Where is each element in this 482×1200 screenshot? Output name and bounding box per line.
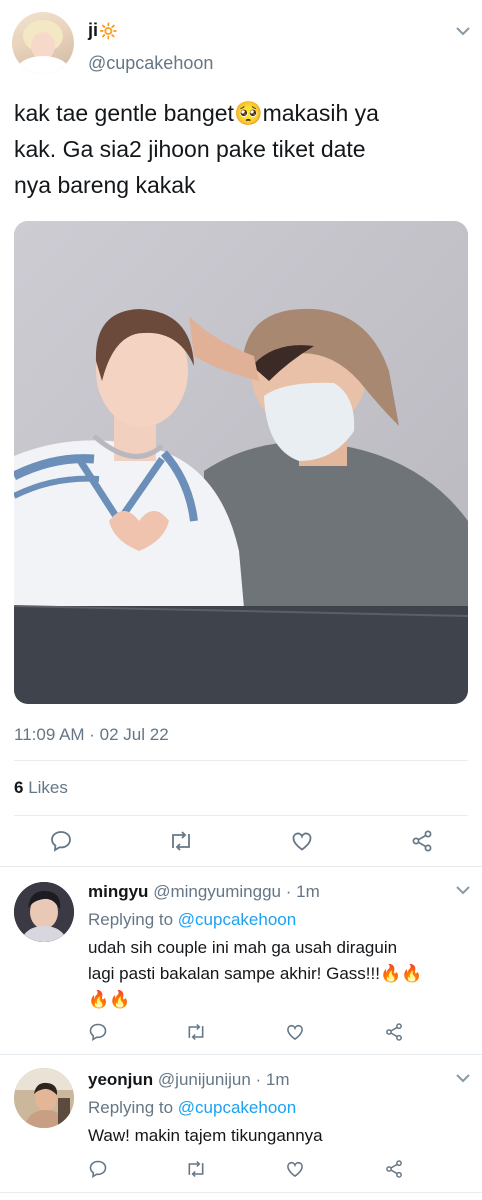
reply-avatar[interactable] (14, 882, 74, 942)
replying-to-label: Replying to (88, 910, 174, 929)
author-avatar[interactable] (12, 12, 74, 74)
author-display-name: ji (88, 20, 99, 40)
reply-text-line: Waw! makin tajem tikungannya (88, 1126, 323, 1145)
reply-text-line: udah sih couple ini mah ga usah diraguin (88, 938, 398, 957)
divider (14, 815, 468, 816)
retweet-icon[interactable] (168, 829, 194, 853)
tweet-text-line: kak. Ga sia2 jihoon pake tiket date (14, 136, 366, 162)
replying-to: Replying to @cupcakehoon (88, 1097, 296, 1119)
tweet-text-line: kak tae gentle banget🥺makasih ya (14, 100, 379, 126)
divider (0, 866, 482, 867)
reply-time: · 1m (255, 1070, 290, 1089)
like-icon[interactable] (285, 1159, 305, 1179)
chevron-down-icon[interactable] (454, 1072, 472, 1084)
likes-label: Likes (28, 778, 68, 797)
share-icon[interactable] (384, 1159, 404, 1179)
divider (0, 1054, 482, 1055)
likes-summary[interactable]: 6 Likes (14, 777, 68, 799)
divider (14, 760, 468, 761)
reply-text-line: lagi pasti bakalan sampe akhir! Gass!!!🔥… (88, 964, 423, 983)
author-name-emoji: 🔆 (99, 23, 118, 40)
reply-text: udah sih couple ini mah ga usah diraguin… (88, 935, 472, 1013)
reply-text: Waw! makin tajem tikungannya (88, 1123, 472, 1149)
chevron-down-icon[interactable] (454, 884, 472, 896)
reply-author-handle[interactable]: @junijunijun (158, 1070, 251, 1089)
reply-icon[interactable] (88, 1159, 108, 1179)
likes-count: 6 (14, 778, 24, 797)
tweet-text: kak tae gentle banget🥺makasih ya kak. Ga… (14, 95, 476, 203)
author-name-row[interactable]: ji🔆 (88, 18, 118, 44)
tweet-photo[interactable] (14, 221, 468, 704)
divider (0, 1192, 482, 1193)
replying-to-handle[interactable]: @cupcakehoon (178, 910, 296, 929)
like-icon[interactable] (285, 1022, 305, 1042)
share-icon[interactable] (384, 1022, 404, 1042)
reply-author-handle[interactable]: @mingyuminggu (153, 882, 281, 901)
replying-to: Replying to @cupcakehoon (88, 909, 296, 931)
reply-text-line: 🔥🔥 (88, 990, 131, 1009)
like-icon[interactable] (290, 829, 314, 853)
retweet-icon[interactable] (185, 1159, 207, 1179)
replying-to-label: Replying to (88, 1098, 174, 1117)
chevron-down-icon[interactable] (454, 25, 472, 37)
retweet-icon[interactable] (185, 1022, 207, 1042)
reply-author-name[interactable]: yeonjun (88, 1070, 153, 1089)
share-icon[interactable] (410, 829, 434, 853)
reply-icon[interactable] (88, 1022, 108, 1042)
tweet-timestamp[interactable]: 11:09 AM · 02 Jul 22 (14, 724, 169, 746)
reply-header: yeonjun @junijunijun · 1m (88, 1069, 290, 1091)
reply-header: mingyu @mingyuminggu · 1m (88, 881, 320, 903)
reply-icon[interactable] (49, 829, 73, 853)
replying-to-handle[interactable]: @cupcakehoon (178, 1098, 296, 1117)
reply-time: · 1m (285, 882, 320, 901)
author-handle[interactable]: @cupcakehoon (88, 52, 213, 74)
reply-avatar[interactable] (14, 1068, 74, 1128)
reply-author-name[interactable]: mingyu (88, 882, 148, 901)
tweet-text-line: nya bareng kakak (14, 172, 196, 198)
